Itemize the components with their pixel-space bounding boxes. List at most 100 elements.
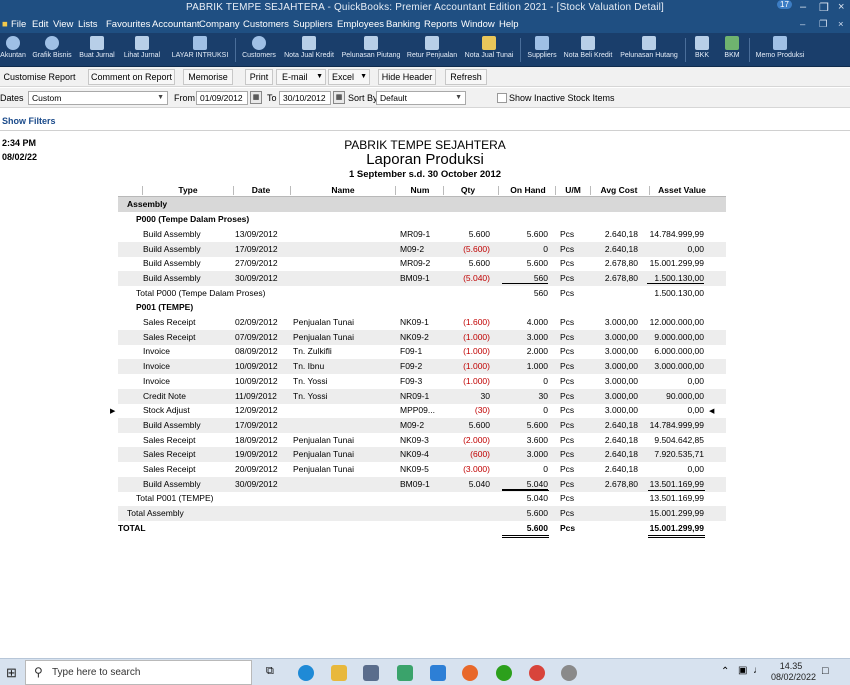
sort-by-select[interactable]: Default ▼ — [376, 91, 466, 105]
grand-total-row[interactable]: TOTAL 5.600 Pcs 15.001.299,99 — [118, 521, 726, 536]
mdi-close-icon[interactable]: × — [838, 19, 844, 30]
menu-customers[interactable]: Customers — [243, 19, 289, 30]
col-asset-value[interactable]: Asset Value — [652, 185, 712, 195]
show-inactive-checkbox[interactable] — [497, 93, 507, 103]
col-date[interactable]: Date — [236, 185, 286, 195]
menu-reports[interactable]: Reports — [424, 19, 457, 30]
menu-banking[interactable]: Banking — [386, 19, 420, 30]
table-row[interactable]: Invoice 08/09/2012 Tn. Zulkifli F09-1 (1.000… — [118, 344, 726, 359]
comment-report-button[interactable]: Comment on Report — [88, 69, 175, 85]
menu-file[interactable]: File — [11, 19, 26, 30]
col-qty[interactable]: Qty — [448, 185, 488, 195]
excel-button[interactable]: Excel ▼ — [328, 69, 370, 85]
table-row[interactable]: Stock Adjust 12/09/2012 MPP09... (30) 0 Pcs 3.… — [118, 403, 726, 418]
dates-select[interactable]: Custom ▼ — [28, 91, 168, 105]
qb-menu-icon[interactable]: ■ — [2, 19, 8, 30]
hide-header-button[interactable]: Hide Header — [378, 69, 436, 85]
table-row[interactable]: Build Assembly 17/09/2012 M09-2 5.600 5.600 P… — [118, 417, 726, 433]
menu-lists[interactable]: Lists — [78, 19, 98, 30]
icon-bar-nota-jual-kredit[interactable]: Nota Jual Kredit — [283, 36, 335, 66]
icon-bar-bkk[interactable]: BKK — [690, 36, 714, 66]
file-explorer-icon[interactable] — [331, 665, 347, 681]
app-icon[interactable] — [397, 665, 413, 681]
icon-bar-grafik-bisnis[interactable]: Grafik Bisnis — [30, 36, 74, 66]
table-row[interactable]: Build Assembly 27/09/2012 MR09-2 5.600 5.600… — [118, 256, 726, 271]
memorise-button[interactable]: Memorise — [183, 69, 233, 85]
app-icon[interactable] — [561, 665, 577, 681]
table-row[interactable]: Sales Receipt 07/09/2012 Penjualan Tunai NK… — [118, 329, 726, 345]
column-header-row[interactable]: Type Date Name Num Qty On Hand U/M Avg C… — [118, 183, 726, 197]
table-row[interactable]: Sales Receipt 20/09/2012 Penjualan Tunai NK… — [118, 462, 726, 477]
icon-bar-layar-intruksi[interactable]: LAYAR INTRUKSI — [170, 36, 230, 66]
task-view-icon[interactable]: ⧉ — [266, 665, 274, 678]
table-row[interactable]: Build Assembly 13/09/2012 MR09-1 5.600 5.600… — [118, 227, 726, 242]
icon-bar-bkm[interactable]: BKM — [720, 36, 744, 66]
notifications-icon[interactable]: □ — [822, 665, 829, 677]
subtotal-row[interactable]: Total P001 (TEMPE) 5.040 Pcs 13.501.169,… — [118, 491, 726, 506]
menu-employees[interactable]: Employees — [337, 19, 384, 30]
print-button[interactable]: Print — [245, 69, 273, 85]
notification-badge[interactable]: 17 — [777, 0, 792, 9]
icon-bar-nota-beli-kredit[interactable]: Nota Beli Kredit — [562, 36, 614, 66]
menu-suppliers[interactable]: Suppliers — [293, 19, 333, 30]
table-row[interactable]: Invoice 10/09/2012 Tn. Yossi F09-3 (1.000) 0 P… — [118, 374, 726, 389]
table-row[interactable]: Build Assembly 30/09/2012 BM09-1 5.040 5.040… — [118, 476, 726, 492]
menu-favourites[interactable]: Favourites — [106, 19, 150, 30]
icon-bar-nota-jual-tunai[interactable]: Nota Jual Tunai — [462, 36, 516, 66]
menu-window[interactable]: Window — [461, 19, 495, 30]
table-row[interactable]: Sales Receipt 02/09/2012 Penjualan Tunai NK… — [118, 315, 726, 330]
col-um[interactable]: U/M — [558, 185, 588, 195]
from-date-field[interactable]: 01/09/2012 — [196, 91, 248, 105]
table-row[interactable]: Sales Receipt 19/09/2012 Penjualan Tunai NK… — [118, 447, 726, 463]
network-icon[interactable]: ▣ — [738, 665, 747, 676]
menu-edit[interactable]: Edit — [32, 19, 48, 30]
windows-start-icon[interactable]: ⊞ — [6, 665, 17, 681]
icon-bar-akuntan[interactable]: Akuntan — [0, 36, 30, 66]
clock[interactable]: 14.35 08/02/2022 — [771, 661, 816, 683]
firefox-icon[interactable] — [462, 665, 478, 681]
table-row[interactable]: Credit Note 11/09/2012 Tn. Yossi NR09-1 30 30… — [118, 388, 726, 404]
calendar-icon[interactable]: ▦ — [250, 91, 262, 104]
menu-company[interactable]: Company — [199, 19, 240, 30]
subtotal-row[interactable]: Total P000 (Tempe Dalam Proses) 560 Pcs … — [118, 286, 726, 301]
to-date-field[interactable]: 30/10/2012 — [279, 91, 331, 105]
table-row[interactable]: Sales Receipt 18/09/2012 Penjualan Tunai NK… — [118, 433, 726, 448]
chevron-up-icon[interactable]: ⌃ — [721, 666, 729, 677]
close-icon[interactable]: × — [838, 1, 844, 13]
refresh-button[interactable]: Refresh — [445, 69, 487, 85]
restore-icon[interactable]: ❐ — [819, 1, 829, 14]
icon-bar-lihat-jurnal[interactable]: Lihat Jurnal — [120, 36, 164, 66]
icon-bar-pelunasan-hutang[interactable]: Pelunasan Hutang — [618, 36, 680, 66]
quickbooks-icon[interactable] — [496, 665, 512, 681]
calendar-icon[interactable]: ▦ — [333, 91, 345, 104]
menu-view[interactable]: View — [53, 19, 73, 30]
icon-bar-suppliers[interactable]: Suppliers — [524, 36, 560, 66]
table-row[interactable]: Invoice 10/09/2012 Tn. Ibnu F09-2 (1.000) 1.0… — [118, 359, 726, 375]
col-on-hand[interactable]: On Hand — [503, 185, 553, 195]
customise-report-button[interactable]: Customise Report — [2, 69, 77, 85]
col-avg-cost[interactable]: Avg Cost — [594, 185, 644, 195]
table-row[interactable]: Build Assembly 17/09/2012 M09-2 (5.600) 0 Pcs… — [118, 241, 726, 257]
icon-bar-pelunasan-piutang[interactable]: Pelunasan Piutang — [340, 36, 402, 66]
store-icon[interactable] — [363, 665, 379, 681]
col-type[interactable]: Type — [148, 185, 228, 195]
icon-bar-memo-produksi[interactable]: Memo Produksi — [753, 36, 807, 66]
table-row[interactable]: Build Assembly 30/09/2012 BM09-1 (5.040) 560… — [118, 271, 726, 287]
mdi-restore-icon[interactable]: ❐ — [819, 19, 828, 30]
col-num[interactable]: Num — [400, 185, 440, 195]
volume-icon[interactable]: ♩ — [753, 665, 763, 676]
minimize-icon[interactable]: – — [800, 1, 806, 13]
email-button[interactable]: E-mail ▼ — [276, 69, 326, 85]
mdi-minimize-icon[interactable]: – — [800, 19, 805, 30]
menu-help[interactable]: Help — [499, 19, 519, 30]
col-name[interactable]: Name — [298, 185, 388, 195]
icon-bar-customers[interactable]: Customers — [239, 36, 279, 66]
taskbar-search[interactable]: ⚲ Type here to search — [25, 660, 252, 685]
group-total-row[interactable]: Total Assembly 5.600 Pcs 15.001.299,99 — [118, 506, 726, 521]
app-icon[interactable] — [430, 665, 446, 681]
icon-bar-buat-jurnal[interactable]: Buat Jurnal — [77, 36, 117, 66]
menu-accountant[interactable]: Accountant — [152, 19, 200, 30]
icon-bar-retur-penjualan[interactable]: Retur Penjualan — [405, 36, 459, 66]
show-filters-link[interactable]: Show Filters — [2, 116, 56, 126]
edge-icon[interactable] — [298, 665, 314, 681]
